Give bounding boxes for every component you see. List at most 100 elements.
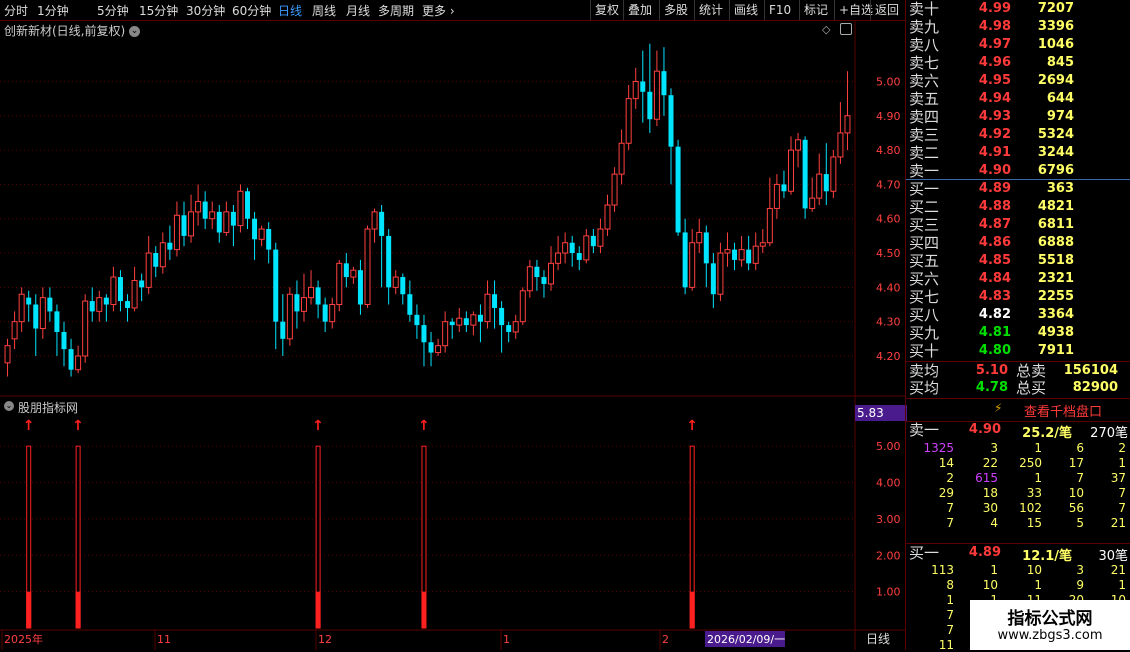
candle-body	[456, 317, 463, 326]
price-tick-label: 4.40	[876, 281, 901, 294]
chevron-down-icon[interactable]: ⌄	[129, 26, 141, 37]
candle-body	[407, 294, 413, 315]
bid-level-row[interactable]: 买六 4.84 2321	[906, 270, 1130, 288]
ask-level-label: 卖三	[909, 126, 940, 144]
overlay-button[interactable]: 叠加	[623, 0, 656, 20]
depth-ask1-count: 270笔	[1090, 426, 1128, 441]
depth-ask-order: 29	[938, 486, 954, 500]
ask-level-row[interactable]: 卖二 4.91 3244	[906, 144, 1130, 162]
bid-level-volume: 7911	[1037, 343, 1074, 358]
candle-body	[145, 252, 152, 288]
candle-body	[350, 269, 357, 278]
x-axis-label: 12	[318, 633, 332, 646]
candle-body	[82, 300, 89, 357]
depth-ask-order: 22	[982, 456, 998, 470]
candle-body	[802, 139, 808, 209]
bid-level-row[interactable]: 买一 4.89 363	[906, 180, 1130, 198]
signal-bar-base	[689, 591, 695, 628]
depth-ask-order: 7	[946, 501, 954, 515]
candle-body	[125, 301, 131, 308]
depth-ask-order: 14	[938, 456, 954, 470]
depth-ask-order: 17	[1068, 456, 1084, 470]
ask-level-label: 卖五	[909, 90, 940, 108]
bid-level-label: 买三	[909, 216, 940, 234]
signal-bar-base	[75, 591, 81, 628]
bid-level-volume: 3364	[1037, 307, 1074, 322]
diamond-icon[interactable]: ◇	[822, 23, 830, 36]
depth-ask-order: 15	[1026, 516, 1042, 530]
candle-body	[499, 307, 505, 326]
candle-body	[816, 173, 823, 199]
ind-tick-label: 3.00	[876, 513, 901, 526]
back-button[interactable]: 返回	[870, 0, 903, 20]
depth-ask1-price: 4.90	[968, 422, 1001, 437]
tab-15min[interactable]: 15分钟	[139, 2, 178, 19]
tab-1min[interactable]: 1分钟	[37, 2, 69, 19]
candle-body	[414, 314, 420, 326]
ask-level-row[interactable]: 卖五 4.94 644	[906, 90, 1130, 108]
ask-level-row[interactable]: 卖八 4.97 1046	[906, 36, 1130, 54]
draw-line-button[interactable]: 画线	[729, 0, 762, 20]
window-icon[interactable]	[840, 23, 852, 35]
candle-body	[173, 214, 180, 251]
candle-body	[682, 232, 688, 288]
ask-level-row[interactable]: 卖三 4.92 5324	[906, 126, 1130, 144]
bid-level-row[interactable]: 买四 4.86 6888	[906, 234, 1130, 252]
ask-level-row[interactable]: 卖六 4.95 2694	[906, 72, 1130, 90]
candle-body	[294, 294, 300, 312]
candlestick-chart[interactable]: 5.00 4.90 4.80 4.70 4.60 4.50 4.40 4.30 4.20	[0, 20, 905, 397]
candle-body	[188, 211, 195, 237]
tab-fenshi[interactable]: 分时	[4, 2, 28, 19]
candle-body	[597, 228, 604, 247]
candle-body	[153, 253, 159, 267]
x-axis-label: 11	[157, 633, 171, 646]
candle-body	[724, 249, 731, 254]
price-tick-label: 4.60	[876, 213, 901, 226]
fuquan-button[interactable]: 复权	[590, 0, 623, 20]
candle-body	[26, 297, 32, 305]
chevron-down-icon[interactable]: ⌄	[4, 401, 14, 411]
tab-60min[interactable]: 60分钟	[232, 2, 271, 19]
bid-level-row[interactable]: 买三 4.87 6811	[906, 216, 1130, 234]
ask-level-row[interactable]: 卖七 4.96 845	[906, 54, 1130, 72]
bid-level-row[interactable]: 买七 4.83 2255	[906, 288, 1130, 306]
ask-level-volume: 2694	[1037, 73, 1074, 88]
candle-body	[33, 304, 39, 329]
bid-level-row[interactable]: 买五 4.85 5518	[906, 252, 1130, 270]
bid-level-row[interactable]: 买二 4.88 4821	[906, 198, 1130, 216]
price-tick-label: 5.00	[876, 75, 901, 88]
tab-5min[interactable]: 5分钟	[97, 2, 129, 19]
candle-body	[640, 81, 646, 92]
bid-level-row[interactable]: 买九 4.81 4938	[906, 324, 1130, 342]
ask-avg-price: 5.10	[975, 363, 1008, 378]
tab-more[interactable]: 更多 ›	[422, 2, 455, 19]
f10-button[interactable]: F10	[764, 0, 795, 20]
bid-level-price: 4.87	[978, 217, 1011, 232]
tab-daily[interactable]: 日线	[278, 2, 302, 19]
bid-level-row[interactable]: 买十 4.80 7911	[906, 342, 1130, 360]
candle-body	[541, 277, 547, 284]
tab-30min[interactable]: 30分钟	[186, 2, 225, 19]
candle-body	[759, 242, 766, 247]
ask-level-row[interactable]: 卖九 4.98 3396	[906, 18, 1130, 36]
ask-level-row[interactable]: 卖十 4.99 7207	[906, 0, 1130, 18]
tab-monthly[interactable]: 月线	[346, 2, 370, 19]
multi-stock-button[interactable]: 多股	[659, 0, 692, 20]
candle-body	[788, 149, 795, 192]
depth-ask-order: 7	[946, 516, 954, 530]
bid-level-row[interactable]: 买八 4.82 3364	[906, 306, 1130, 324]
ask-level-row[interactable]: 卖一 4.90 6796	[906, 162, 1130, 180]
ask-level-volume: 6796	[1037, 163, 1074, 178]
view-depth-button[interactable]: 查看千档盘口	[1024, 401, 1102, 420]
ask-level-label: 卖四	[909, 108, 940, 126]
candle-body	[809, 197, 816, 209]
indicator-chart[interactable]: 5.004.003.002.001.00↑ ↑ ↑ ↑ ↑2025年 11 12 1 2 2026…	[0, 396, 905, 650]
candle-body	[195, 201, 202, 213]
stats-button[interactable]: 统计	[694, 0, 727, 20]
mark-button[interactable]: 标记	[799, 0, 832, 20]
tab-multi-period[interactable]: 多周期	[378, 2, 414, 19]
candle-body	[386, 235, 392, 288]
tab-weekly[interactable]: 周线	[312, 2, 336, 19]
depth-bid-order: 7	[946, 623, 954, 637]
ask-level-row[interactable]: 卖四 4.93 974	[906, 108, 1130, 126]
